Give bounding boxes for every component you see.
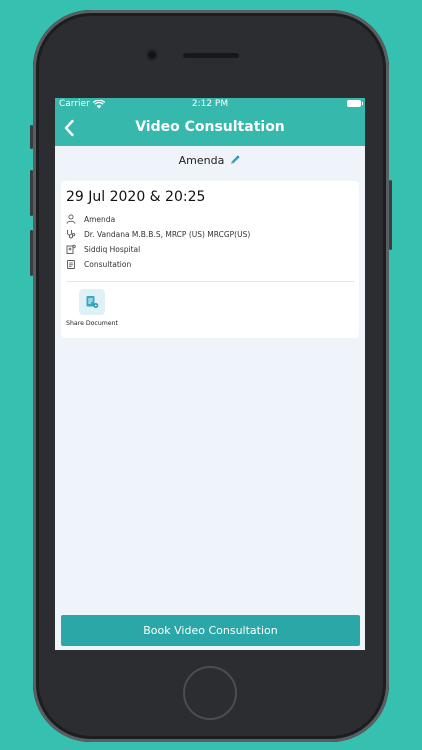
edit-pencil-icon[interactable] <box>229 154 241 166</box>
earpiece-speaker <box>183 53 239 58</box>
status-time: 2:12 PM <box>191 99 229 109</box>
appointment-datetime: 29 Jul 2020 & 20:25 <box>66 189 206 205</box>
consultation-type-label: Consultation <box>84 259 132 269</box>
info-row-patient: Amenda <box>66 213 115 225</box>
patient-header: Amenda <box>55 151 365 169</box>
phone-silent-switch <box>30 125 33 149</box>
user-icon <box>66 214 76 224</box>
hospital-label: Siddiq Hospital <box>84 244 141 254</box>
status-bar: Carrier 2:12 PM <box>55 98 365 111</box>
share-document-label: Share Document <box>66 320 118 327</box>
nav-bar: Video Consultation <box>55 111 365 146</box>
info-row-hospital: Siddiq Hospital <box>66 243 140 255</box>
info-row-doctor: Dr. Vandana M.B.B.S, MRCP (US) MRCGP(US) <box>66 228 250 240</box>
app-screen: Carrier 2:12 PM Video Consultation Amend… <box>55 98 365 650</box>
share-document-button[interactable] <box>79 289 105 315</box>
clipboard-icon <box>67 260 75 269</box>
info-row-type: Consultation <box>66 258 131 270</box>
book-video-consultation-button[interactable]: Book Video Consultation <box>61 615 360 646</box>
hospital-icon <box>66 244 76 254</box>
doctor-label: Dr. Vandana M.B.B.S, MRCP (US) MRCGP(US) <box>84 229 251 239</box>
front-camera <box>146 49 158 61</box>
appointment-card: 29 Jul 2020 & 20:25 Amenda Dr. Vandana M… <box>61 181 359 338</box>
stethoscope-icon <box>67 230 76 239</box>
phone-volume-up <box>30 170 33 216</box>
home-button[interactable] <box>183 666 237 720</box>
phone-power-button <box>389 180 392 250</box>
patient-label: Amenda <box>84 214 116 224</box>
phone-volume-down <box>30 230 33 276</box>
page-title: Video Consultation <box>135 119 285 135</box>
card-divider <box>66 281 354 282</box>
battery-icon <box>347 100 363 107</box>
share-document-icon <box>86 296 99 308</box>
patient-name: Amenda <box>178 153 225 167</box>
